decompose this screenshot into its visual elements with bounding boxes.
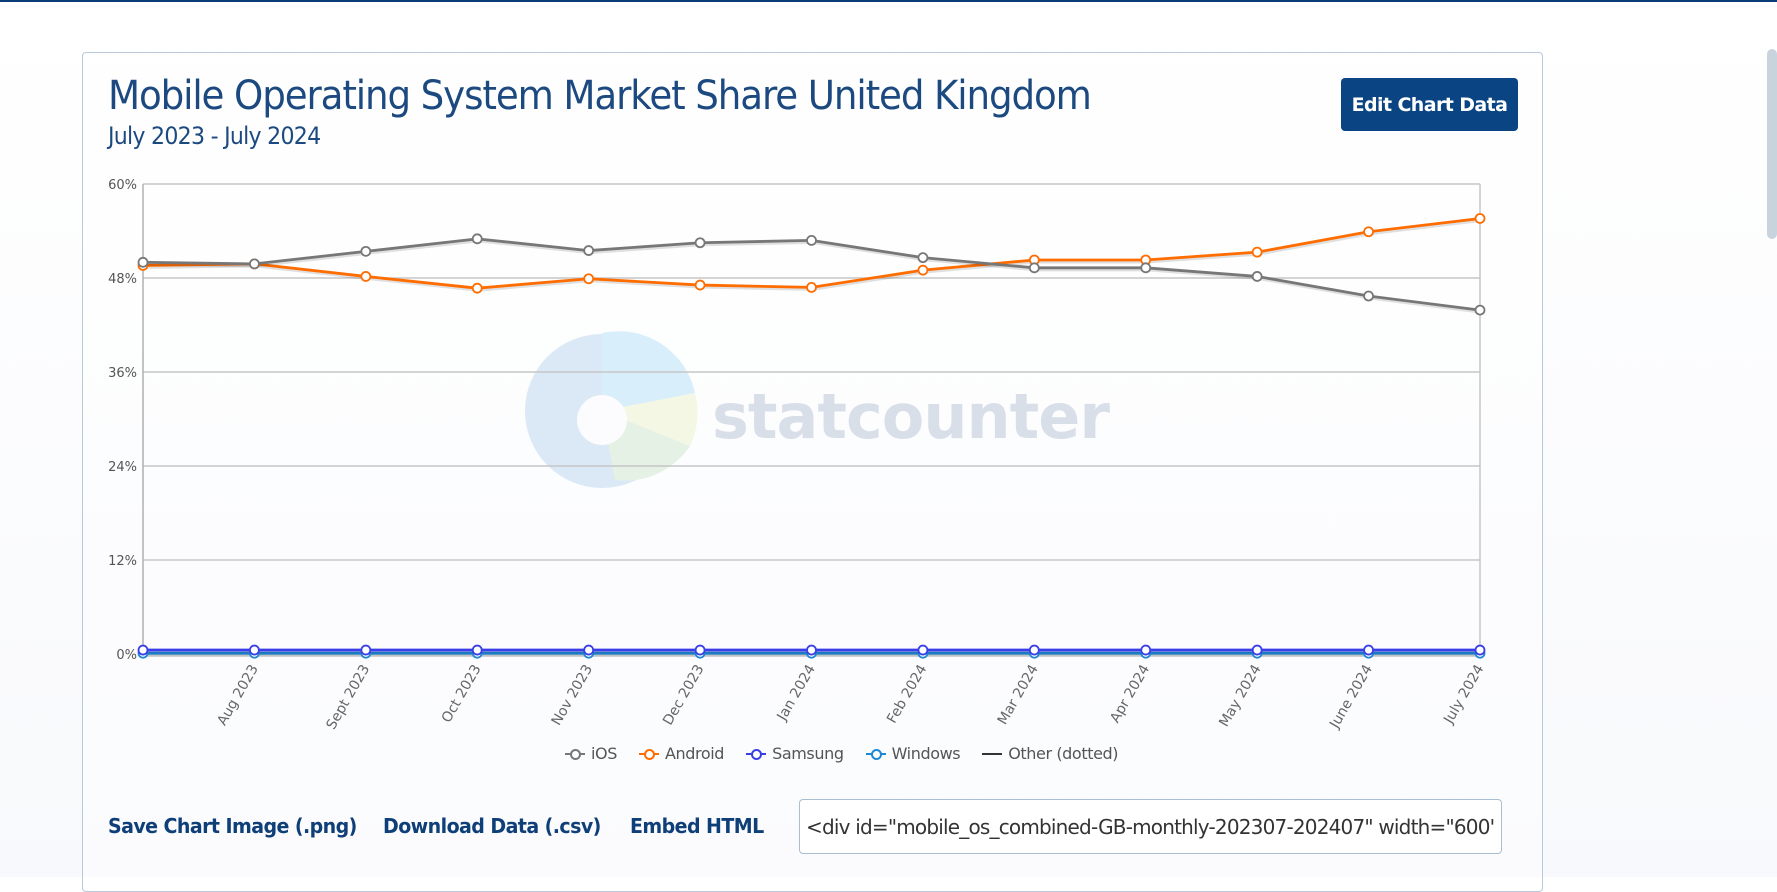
legend-marker-icon <box>865 748 886 760</box>
legend-marker-icon <box>639 748 659 760</box>
y-tick-label: 60% <box>108 178 137 193</box>
embed-html-label[interactable]: Embed HTML <box>630 814 764 838</box>
series-samsung <box>137 644 1486 656</box>
x-tick-label: Nov 2023 <box>549 662 597 728</box>
legend-label: Android <box>665 744 725 763</box>
x-tick-label: Mar 2024 <box>995 662 1042 728</box>
x-tick-label: Sept 2023 <box>323 662 373 732</box>
data-point-samsung <box>583 644 595 656</box>
data-point-ios <box>1474 304 1486 316</box>
x-tick-label: Oct 2023 <box>439 662 485 726</box>
legend-item-android[interactable]: Android <box>639 744 724 763</box>
data-point-ios <box>1251 271 1263 282</box>
data-point-ios <box>1140 262 1152 274</box>
y-tick-label: 24% <box>108 460 137 475</box>
y-tick-label: 48% <box>108 272 137 287</box>
legend-line-icon <box>982 748 1003 760</box>
legend-item-samsung[interactable]: Samsung <box>746 744 844 763</box>
x-tick-label: May 2024 <box>1216 662 1264 730</box>
embed-code-input[interactable] <box>799 799 1502 854</box>
data-point-samsung <box>806 644 817 656</box>
legend-marker-icon <box>565 748 585 760</box>
legend-item-other[interactable]: Other (dotted) <box>982 744 1119 763</box>
x-tick-label: June 2024 <box>1326 662 1376 732</box>
data-point-samsung <box>1474 644 1486 656</box>
data-point-samsung <box>1028 644 1040 656</box>
y-tick-label: 36% <box>108 366 137 381</box>
x-tick-label: Feb 2024 <box>884 662 930 726</box>
data-point-ios <box>917 252 929 264</box>
data-point-android <box>917 264 929 276</box>
y-axis-labels: 0% 12% 24% 36% 48% 60% <box>108 178 137 663</box>
data-point-samsung <box>360 644 372 656</box>
watermark-text: statcounter <box>712 380 1110 453</box>
y-tick-label: 0% <box>116 648 137 663</box>
data-point-ios <box>1028 262 1040 274</box>
data-point-ios <box>694 237 706 249</box>
data-point-ios <box>360 245 372 257</box>
save-chart-image-link[interactable]: Save Chart Image (.png) <box>108 814 357 838</box>
data-point-ios <box>1363 290 1374 302</box>
data-point-android <box>360 271 372 282</box>
legend-item-windows[interactable]: Windows <box>865 744 961 763</box>
legend-label: Samsung <box>772 744 844 763</box>
data-point-android <box>1474 213 1486 224</box>
x-tick-label: July 2024 <box>1440 662 1487 727</box>
data-point-samsung <box>1140 644 1152 656</box>
statcounter-watermark: statcounter <box>525 331 1111 488</box>
legend-label: iOS <box>591 744 617 763</box>
data-point-android <box>583 273 595 285</box>
data-point-samsung <box>137 644 149 656</box>
x-tick-label: Dec 2023 <box>660 662 707 728</box>
data-point-samsung <box>1363 644 1374 656</box>
x-axis-labels: Aug 2023 Sept 2023 Oct 2023 Nov 2023 Dec 202… <box>214 662 1487 732</box>
x-tick-label: Apr 2024 <box>1107 662 1153 726</box>
data-point-android <box>806 281 817 293</box>
data-point-ios <box>806 234 817 246</box>
data-point-ios <box>249 258 260 270</box>
data-point-ios <box>137 256 149 268</box>
data-point-android <box>1251 246 1263 258</box>
data-point-samsung <box>1251 644 1263 656</box>
chart-legend: iOS Android Samsung Windows Other (dotted) <box>565 744 1119 763</box>
watermark-logo-hole <box>577 395 627 445</box>
data-point-android <box>694 279 706 291</box>
data-point-ios <box>583 245 595 256</box>
y-tick-label: 12% <box>108 554 137 569</box>
legend-marker-icon <box>746 748 767 760</box>
legend-item-ios[interactable]: iOS <box>565 744 617 763</box>
data-point-samsung <box>917 644 929 656</box>
data-point-android <box>471 282 483 294</box>
data-point-samsung <box>471 644 483 656</box>
data-point-samsung <box>694 644 706 656</box>
x-tick-label: Aug 2023 <box>214 662 262 728</box>
x-tick-label: Jan 2024 <box>774 662 819 724</box>
legend-label: Other (dotted) <box>1008 744 1119 763</box>
data-point-ios <box>471 233 483 245</box>
download-data-link[interactable]: Download Data (.csv) <box>383 814 601 838</box>
legend-label: Windows <box>891 744 961 763</box>
data-point-samsung <box>249 644 260 656</box>
data-point-android <box>1363 226 1374 238</box>
